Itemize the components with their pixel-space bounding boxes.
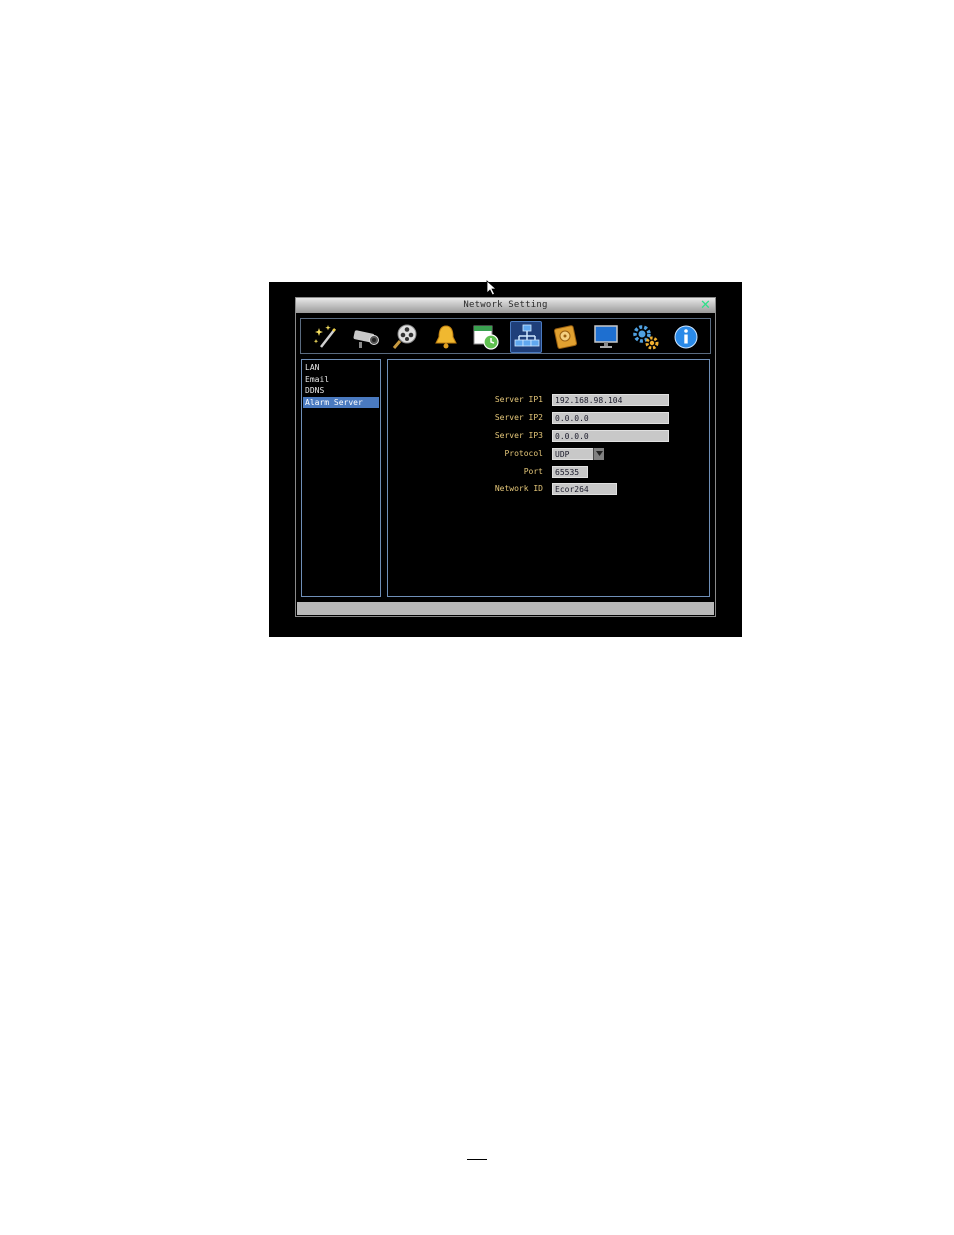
server-ip3-input[interactable]: 0.0.0.0: [552, 430, 669, 442]
schedule-clock-icon[interactable]: [471, 322, 501, 352]
alarm-server-panel: Server IP1 192.168.98.104 Server IP2 0.0…: [387, 359, 710, 597]
status-bar: [297, 602, 714, 615]
server-ip3-label: Server IP3: [494, 431, 543, 440]
network-id-label: Network ID: [494, 484, 543, 493]
wizard-wand-icon[interactable]: [311, 322, 341, 352]
network-setting-dialog: Network Setting ✕ LAN Email DDNS Alarm S…: [295, 297, 716, 617]
monitor-icon[interactable]: [591, 322, 621, 352]
sidebar-item-email[interactable]: Email: [303, 374, 379, 385]
settings-sidebar: LAN Email DDNS Alarm Server: [301, 359, 381, 597]
protocol-value: UDP: [555, 450, 570, 459]
alarm-bell-icon[interactable]: [431, 322, 461, 352]
protocol-label: Protocol: [504, 449, 543, 458]
camera-icon[interactable]: [351, 322, 381, 352]
network-id-input[interactable]: Ecor264: [552, 483, 617, 495]
hard-disk-icon[interactable]: [551, 322, 581, 352]
server-ip1-input[interactable]: 192.168.98.104: [552, 394, 669, 406]
info-icon[interactable]: [671, 322, 701, 352]
sidebar-item-alarm-server[interactable]: Alarm Server: [303, 397, 379, 408]
server-ip2-label: Server IP2: [494, 413, 543, 422]
port-input[interactable]: 65535: [552, 466, 588, 478]
main-toolbar: [300, 318, 711, 354]
close-icon[interactable]: ✕: [699, 299, 712, 312]
search-playback-icon[interactable]: [391, 322, 421, 352]
network-icon[interactable]: [510, 321, 542, 353]
dvr-screen: Network Setting ✕ LAN Email DDNS Alarm S…: [269, 280, 742, 637]
sidebar-item-ddns[interactable]: DDNS: [303, 385, 379, 396]
page-number-underline: [467, 1149, 487, 1160]
sidebar-item-lan[interactable]: LAN: [303, 362, 379, 373]
port-label: Port: [523, 467, 543, 476]
chevron-down-icon[interactable]: [593, 448, 604, 460]
server-ip1-label: Server IP1: [494, 395, 543, 404]
mouse-cursor-icon: [486, 280, 498, 296]
server-ip2-input[interactable]: 0.0.0.0: [552, 412, 669, 424]
title-bar: Network Setting ✕: [296, 298, 715, 313]
dialog-title: Network Setting: [463, 300, 548, 310]
system-gears-icon[interactable]: [631, 322, 661, 352]
